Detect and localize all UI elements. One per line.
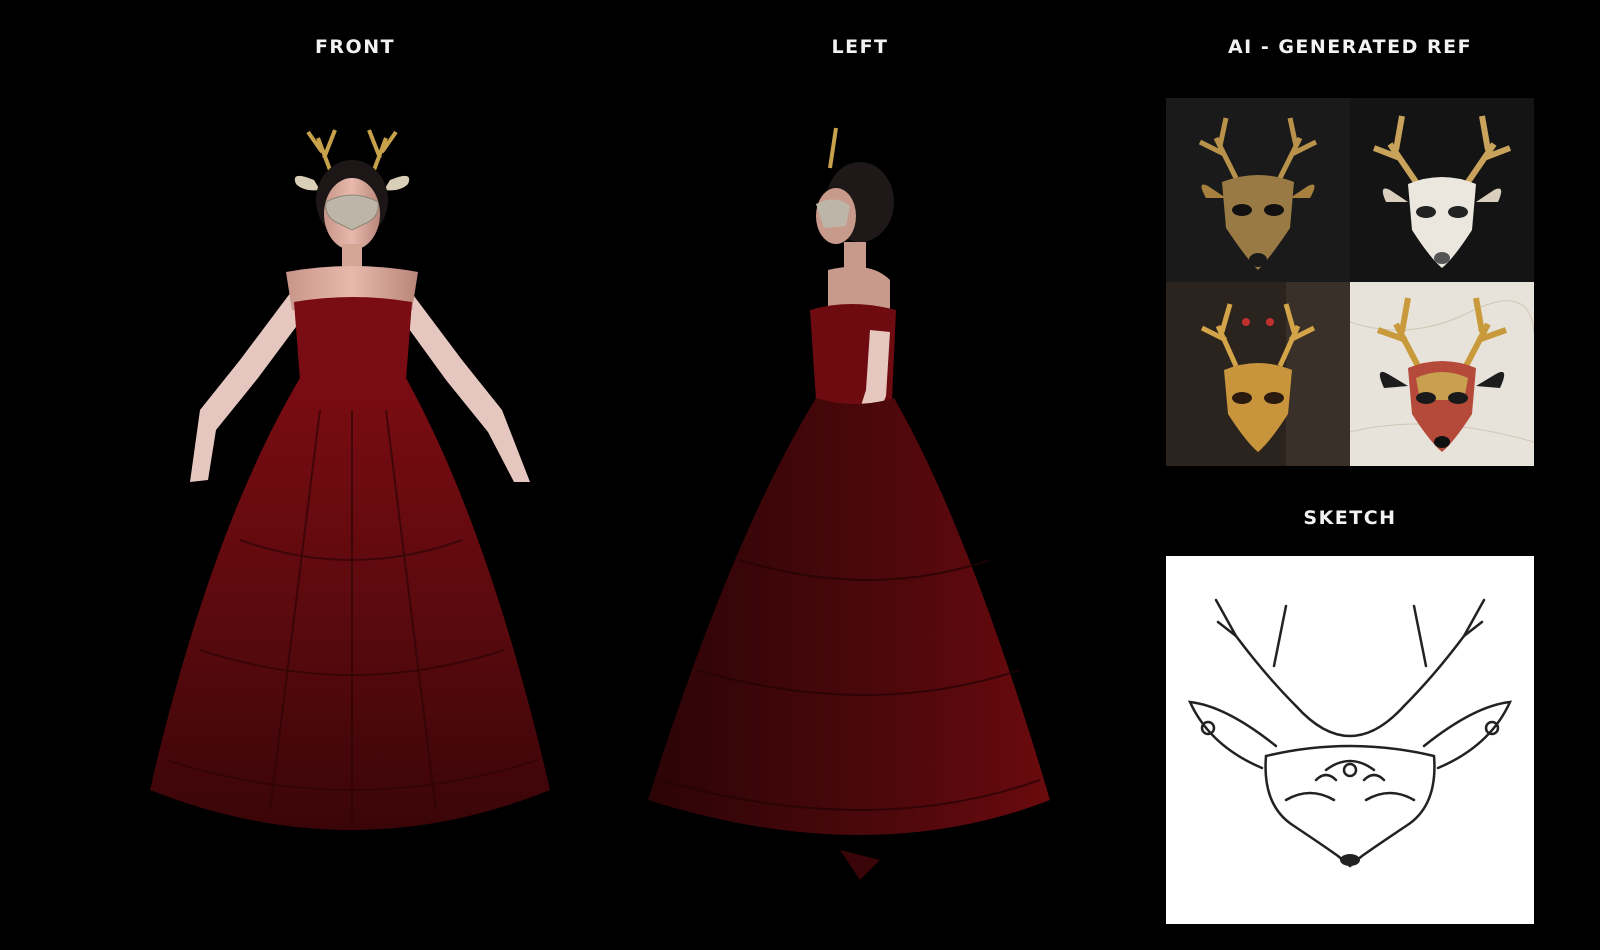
gold-red-deer-mask-image [1166,282,1350,466]
ref-tile-4[interactable] [1350,282,1534,466]
deer-mask-sketch [1187,598,1513,868]
front-view-label: FRONT [314,36,396,58]
ai-ref-label: AI - GENERATED REF [1227,36,1473,58]
marble-gold-deer-mask-image [1350,282,1534,466]
gold-deer-mask-image [1166,98,1350,282]
left-figure-render [648,127,1050,880]
sketch-panel [1166,556,1534,924]
ref-tile-1[interactable] [1166,98,1350,282]
left-view-label: LEFT [831,36,889,58]
front-figure-render [150,129,550,830]
left-view-figure [640,110,1100,890]
sketch-nose [1340,854,1360,866]
ref-tile-2[interactable] [1350,98,1534,282]
sketch-label: SKETCH [1303,507,1397,529]
front-view-figure [90,110,630,890]
white-gold-deer-mask-image [1350,98,1534,282]
ref-tile-3[interactable] [1166,282,1350,466]
ai-reference-grid [1166,98,1534,466]
